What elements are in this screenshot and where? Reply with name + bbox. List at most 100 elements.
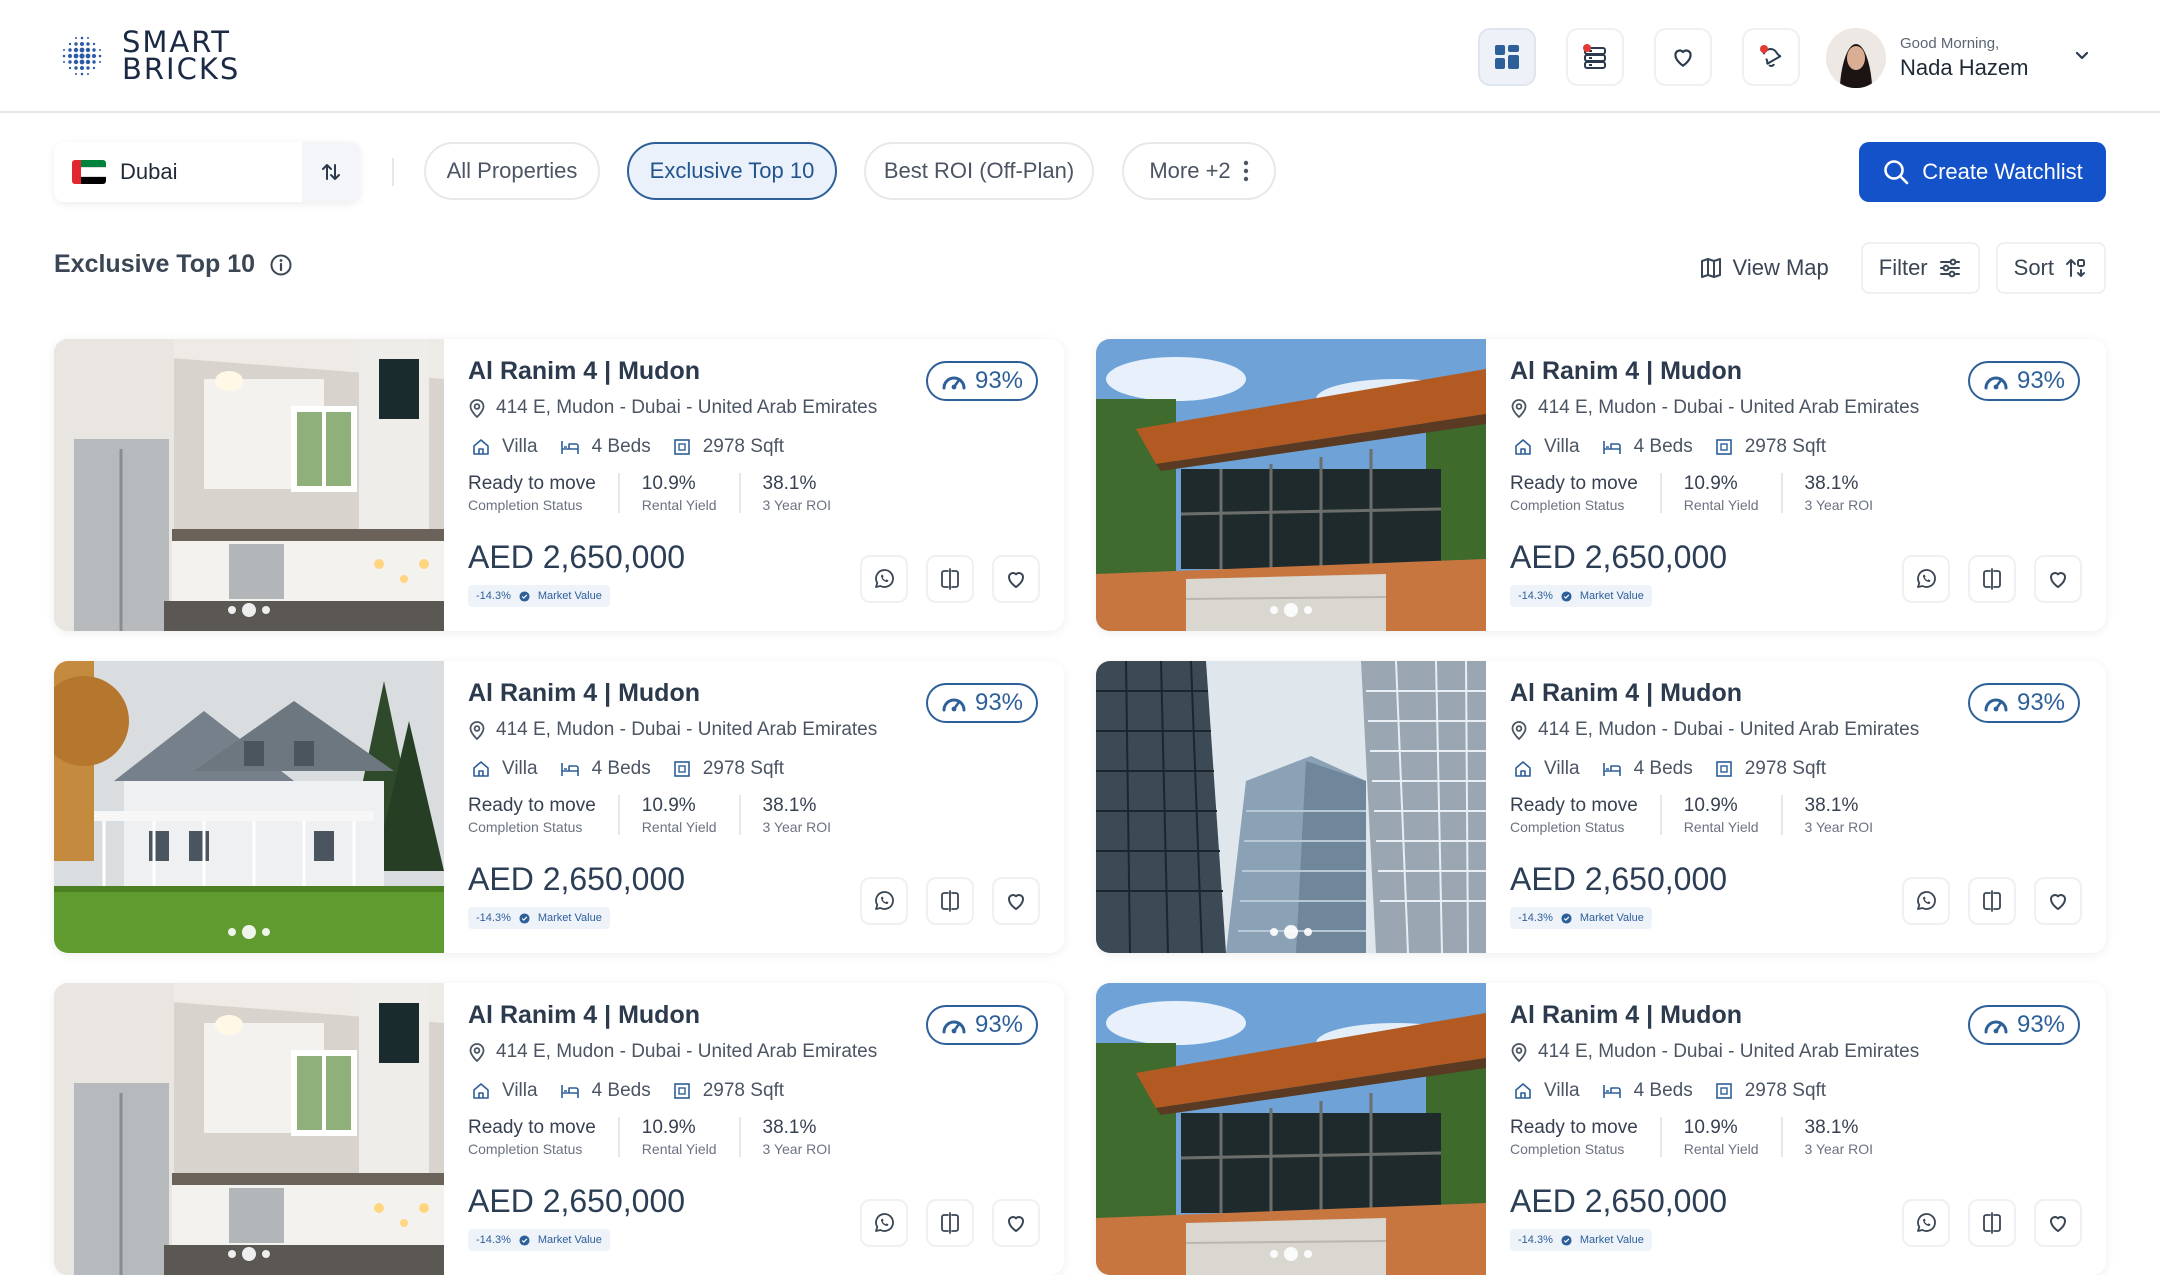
favorite-button[interactable] [992,555,1040,603]
chip-more-label: More +2 [1149,158,1231,183]
favorite-button[interactable] [2034,877,2082,925]
chevron-down-icon[interactable] [2072,46,2092,66]
compare-button[interactable] [926,877,974,925]
smart-bricks-logo[interactable]: SMART BRICKS [52,26,240,86]
favorite-button[interactable] [2034,555,2082,603]
location-pin-icon [1511,721,1527,740]
bed-icon [560,441,579,454]
property-beds: 4 Beds [591,436,651,457]
compare-button[interactable] [1968,877,2016,925]
property-photo[interactable] [54,983,444,1275]
whatsapp-button[interactable] [1902,877,1950,925]
property-title[interactable]: Al Ranim 4 | Mudon [1510,679,1742,708]
market-label: Market Value [1579,590,1644,602]
compare-button[interactable] [1968,555,2016,603]
rental-yield-label: Rental Yield [641,1141,717,1157]
property-area: 2978 Sqft [1744,1080,1827,1101]
property-type: Villa [502,1080,538,1101]
whatsapp-button[interactable] [1902,555,1950,603]
home-icon [1515,1083,1531,1099]
score-value: 93% [2016,367,2066,394]
swap-button[interactable] [302,142,360,202]
rental-yield-label: Rental Yield [1683,497,1759,513]
property-features: Villa 4 Beds 2978 Sqft [1514,758,1826,780]
favorite-button[interactable] [992,1199,1040,1247]
filter-button[interactable]: Filter [1860,242,1980,294]
property-title[interactable]: Al Ranim 4 | Mudon [468,679,700,708]
property-title[interactable]: Al Ranim 4 | Mudon [1510,357,1742,386]
create-watchlist-button[interactable]: Create Watchlist [1859,142,2106,202]
favorite-button[interactable] [2034,1199,2082,1247]
chip-all-properties[interactable]: All Properties [424,142,600,200]
compare-button[interactable] [926,1199,974,1247]
score-badge: 93% [926,683,1038,723]
roi-value: 38.1% [762,473,817,494]
property-photo[interactable] [54,661,444,953]
compare-button[interactable] [1968,1199,2016,1247]
whatsapp-button[interactable] [860,555,908,603]
address-text: 414 E, Mudon - Dubai - United Arab Emira… [1538,719,1920,740]
carousel-dots[interactable] [1096,1247,1486,1261]
chip-exclusive-top-10[interactable]: Exclusive Top 10 [627,142,837,200]
property-card[interactable]: Al Ranim 4 | Mudon 414 E, Mudon - Dubai … [54,983,1064,1275]
completion-status-value: Ready to move [468,473,596,494]
property-stats: Ready to move Completion Status 10.9% Rent… [1510,795,1917,835]
market-value-tag: -14.3% Market Value [468,1229,610,1251]
score-value: 93% [974,1011,1024,1038]
area-icon [1715,1083,1732,1099]
property-card[interactable]: Al Ranim 4 | Mudon 414 E, Mudon - Dubai … [54,339,1064,631]
whatsapp-button[interactable] [860,1199,908,1247]
property-title[interactable]: Al Ranim 4 | Mudon [468,1001,700,1030]
user-menu[interactable]: Good Morning, Nada Hazem [1826,28,2028,88]
info-icon[interactable] [269,253,293,277]
property-title[interactable]: Al Ranim 4 | Mudon [468,357,700,386]
market-value-tag: -14.3% Market Value [468,907,610,929]
property-card[interactable]: Al Ranim 4 | Mudon 414 E, Mudon - Dubai … [1096,339,2106,631]
property-card[interactable]: Al Ranim 4 | Mudon 414 E, Mudon - Dubai … [1096,661,2106,953]
score-value: 93% [974,367,1024,394]
badge-check-icon [1561,1234,1572,1246]
heart-icon [2050,572,2066,588]
property-title[interactable]: Al Ranim 4 | Mudon [1510,1001,1742,1030]
whatsapp-button[interactable] [860,877,908,925]
greeting-text: Good Morning, [1900,35,2000,52]
listings-button[interactable] [1566,28,1624,86]
notifications-button[interactable] [1742,28,1800,86]
property-card[interactable]: Al Ranim 4 | Mudon 414 E, Mudon - Dubai … [54,661,1064,953]
property-card[interactable]: Al Ranim 4 | Mudon 414 E, Mudon - Dubai … [1096,983,2106,1275]
search-icon [1884,160,1909,185]
carousel-dots[interactable] [1096,603,1486,617]
city-selector[interactable]: Dubai [54,142,360,202]
compare-icon [941,890,959,912]
carousel-dots[interactable] [54,603,444,617]
compare-icon [1983,890,2001,912]
carousel-dots[interactable] [1096,925,1486,939]
property-photo[interactable] [1096,983,1486,1275]
chip-best-roi[interactable]: Best ROI (Off-Plan) [864,142,1094,200]
market-label: Market Value [537,590,602,602]
carousel-dots[interactable] [54,1247,444,1261]
property-photo[interactable] [1096,339,1486,631]
property-stats: Ready to move Completion Status 10.9% Rent… [1510,473,1917,513]
whatsapp-button[interactable] [1902,1199,1950,1247]
favorites-button[interactable] [1654,28,1712,86]
compare-button[interactable] [926,555,974,603]
property-photo[interactable] [54,339,444,631]
favorite-button[interactable] [992,877,1040,925]
kitchen-photo [54,983,444,1275]
sort-button[interactable]: Sort [1995,242,2106,294]
rental-yield-value: 10.9% [1683,473,1738,494]
market-label: Market Value [537,1234,602,1246]
badge-check-icon [519,1234,530,1246]
property-features: Villa 4 Beds 2978 Sqft [1514,1080,1826,1102]
property-photo[interactable] [1096,661,1486,953]
view-map-button[interactable]: View Map [1683,242,1845,294]
location-pin-icon [469,399,485,418]
dashboard-button[interactable] [1478,28,1536,86]
modern-house-photo [1096,339,1486,631]
property-features: Villa 4 Beds 2978 Sqft [472,758,784,780]
chip-more[interactable]: More +2 [1122,142,1276,200]
city-name: Dubai [120,159,178,184]
bed-icon [1602,1085,1621,1098]
carousel-dots[interactable] [54,925,444,939]
